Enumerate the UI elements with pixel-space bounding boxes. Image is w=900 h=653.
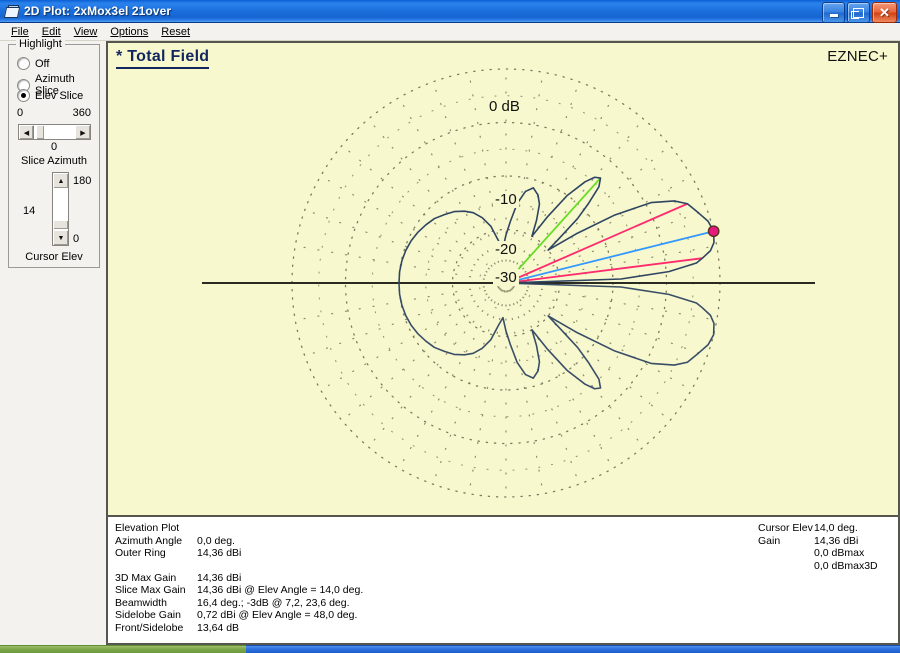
sidebar: Highlight Off Azimuth Slice Elev Slice 0… xyxy=(0,38,106,645)
info-row-beamwidth: Beamwidth 16,4 deg.; -3dB @ 7,2, 23,6 deg… xyxy=(115,597,363,610)
info-pane: Elevation Plot Azimuth Angle 0,0 deg. Out… xyxy=(106,515,900,645)
info-row-gain: Gain 14,36 dBi xyxy=(758,535,878,548)
info-value: 14,36 dBi xyxy=(814,534,859,547)
menu-item-reset[interactable]: Reset xyxy=(155,25,197,39)
cursor-elev-caption: Cursor Elev xyxy=(25,251,83,263)
menu-item-view[interactable]: View xyxy=(68,25,105,39)
minimize-button[interactable] xyxy=(822,2,845,23)
info-row-3d-max-gain: 3D Max Gain 14,36 dBi xyxy=(115,572,363,585)
info-value: 14,36 dBi @ Elev Angle = 14,0 deg. xyxy=(197,584,364,596)
info-key: Sidelobe Gain xyxy=(115,609,181,621)
menu-options-label: Options xyxy=(110,25,149,38)
info-row-slice-max-gain: Slice Max Gain 14,36 dBi @ Elev Angle = 1… xyxy=(115,584,363,597)
info-row-outer-ring: Outer Ring 14,36 dBi xyxy=(115,547,363,560)
info-row-gain-dbmax3d: 0,0 dBmax3D xyxy=(758,560,878,573)
menu-item-options[interactable]: Options xyxy=(104,25,155,39)
radial-cursor-elev xyxy=(505,230,714,284)
menu-view-label: View xyxy=(73,25,98,38)
info-key xyxy=(758,547,814,560)
info-key: Outer Ring xyxy=(115,547,166,559)
menu-file-label: File xyxy=(11,25,29,38)
info-row-cursor-elev: Cursor Elev 14,0 deg. xyxy=(758,522,878,535)
info-value: 0,0 deg. xyxy=(197,534,235,547)
info-row-front-sidelobe: Front/Sidelobe 13,64 dB xyxy=(115,622,363,635)
client-area: Highlight Off Azimuth Slice Elev Slice 0… xyxy=(0,38,900,645)
radio-elev-slice[interactable]: Elev Slice xyxy=(17,89,83,102)
info-row-sidelobe-gain: Sidelobe Gain 0,72 dBi @ Elev Angle = 48,… xyxy=(115,609,363,622)
info-value: 16,4 deg.; -3dB @ 7,2, 23,6 deg. xyxy=(197,596,350,609)
elev-scroll-thumb[interactable] xyxy=(53,220,68,229)
ring-label-minus20: -20 xyxy=(493,241,519,258)
window-controls: ✕ xyxy=(822,2,897,23)
cursor-elev-value: 14 xyxy=(23,205,36,217)
info-value: 14,36 dBi xyxy=(197,571,242,584)
window-title: 2D Plot: 2xMox3el 21over xyxy=(24,4,172,18)
info-key: Front/Sidelobe xyxy=(115,621,184,634)
plot-window-icon xyxy=(3,3,21,19)
info-key: Elevation Plot xyxy=(115,522,180,534)
elev-max-label: 180 xyxy=(73,175,92,187)
azimuth-left-arrow-icon[interactable]: ◀ xyxy=(19,125,34,139)
ring-label-0db: 0 dB xyxy=(487,98,522,115)
radial-sidelobe xyxy=(505,177,602,284)
taskbar-right-strip xyxy=(246,645,900,653)
pattern-trace-upper xyxy=(398,176,715,284)
azimuth-min-label: 0 xyxy=(17,107,24,119)
radio-off-indicator xyxy=(17,57,30,70)
radio-off-label: Off xyxy=(35,57,50,70)
info-row-azimuth-angle: Azimuth Angle 0,0 deg. xyxy=(115,535,363,548)
azimuth-value: 0 xyxy=(50,141,58,153)
application-window: 2D Plot: 2xMox3el 21over ✕ File Edit Vie… xyxy=(0,0,900,653)
info-left-block: Elevation Plot Azimuth Angle 0,0 deg. Out… xyxy=(115,522,363,634)
cursor-marker-dot xyxy=(707,225,720,238)
info-row-elevation-plot: Elevation Plot xyxy=(115,522,363,535)
slice-azimuth-scrollbar[interactable]: ◀ ▶ xyxy=(18,124,91,140)
radio-elev-slice-indicator xyxy=(17,89,30,102)
info-key: Gain xyxy=(758,534,781,547)
title-bar: 2D Plot: 2xMox3el 21over ✕ xyxy=(0,0,900,23)
menu-edit-label: Edit xyxy=(41,25,61,38)
elev-scroll-track[interactable] xyxy=(53,188,68,230)
menu-bar: File Edit View Options Reset xyxy=(0,23,900,41)
elev-down-arrow-icon[interactable]: ▼ xyxy=(53,230,68,245)
info-value: 0,0 dBmax3D xyxy=(814,559,878,572)
info-key: Beamwidth xyxy=(115,596,167,609)
highlight-group-label: Highlight xyxy=(16,38,65,50)
restore-button[interactable] xyxy=(847,2,870,23)
info-key: Azimuth Angle xyxy=(115,534,183,547)
info-right-block: Cursor Elev 14,0 deg. Gain 14,36 dBi 0,0 d… xyxy=(758,522,878,572)
info-value: 0,0 dBmax xyxy=(814,547,865,559)
azimuth-scroll-track[interactable] xyxy=(34,125,75,139)
info-value: 13,64 dB xyxy=(197,621,240,634)
elev-min-label: 0 xyxy=(73,233,80,245)
menu-item-edit[interactable]: Edit xyxy=(36,25,68,39)
info-value: 14,0 deg. xyxy=(814,522,858,534)
taskbar-left-strip xyxy=(0,645,246,653)
info-key: Slice Max Gain xyxy=(115,584,186,596)
menu-reset-label: Reset xyxy=(161,25,191,38)
elev-up-arrow-icon[interactable]: ▲ xyxy=(53,173,68,188)
ring-label-minus30: -30 xyxy=(493,269,519,286)
radio-off[interactable]: Off xyxy=(17,57,49,70)
ring-label-minus10: -10 xyxy=(493,191,519,208)
highlight-groupbox: Highlight Off Azimuth Slice Elev Slice 0… xyxy=(8,38,100,268)
azimuth-scroll-thumb[interactable] xyxy=(36,125,44,139)
info-key xyxy=(758,560,814,573)
azimuth-max-label: 360 xyxy=(72,107,91,119)
info-row-gain-dbmax: 0,0 dBmax xyxy=(758,547,878,560)
slice-azimuth-caption: Slice Azimuth xyxy=(20,155,88,167)
info-value: 0,72 dBi @ Elev Angle = 48,0 deg. xyxy=(197,609,358,621)
info-key: Cursor Elev xyxy=(758,522,813,534)
cursor-elev-scrollbar[interactable]: ▲ ▼ xyxy=(52,172,69,246)
info-key: 3D Max Gain xyxy=(115,571,177,584)
close-button[interactable]: ✕ xyxy=(872,2,897,23)
azimuth-right-arrow-icon[interactable]: ▶ xyxy=(75,125,90,139)
menu-item-file[interactable]: File xyxy=(5,25,36,39)
radio-elev-slice-label: Elev Slice xyxy=(35,89,84,102)
info-value: 14,36 dBi xyxy=(197,547,242,559)
close-icon: ✕ xyxy=(879,5,890,20)
